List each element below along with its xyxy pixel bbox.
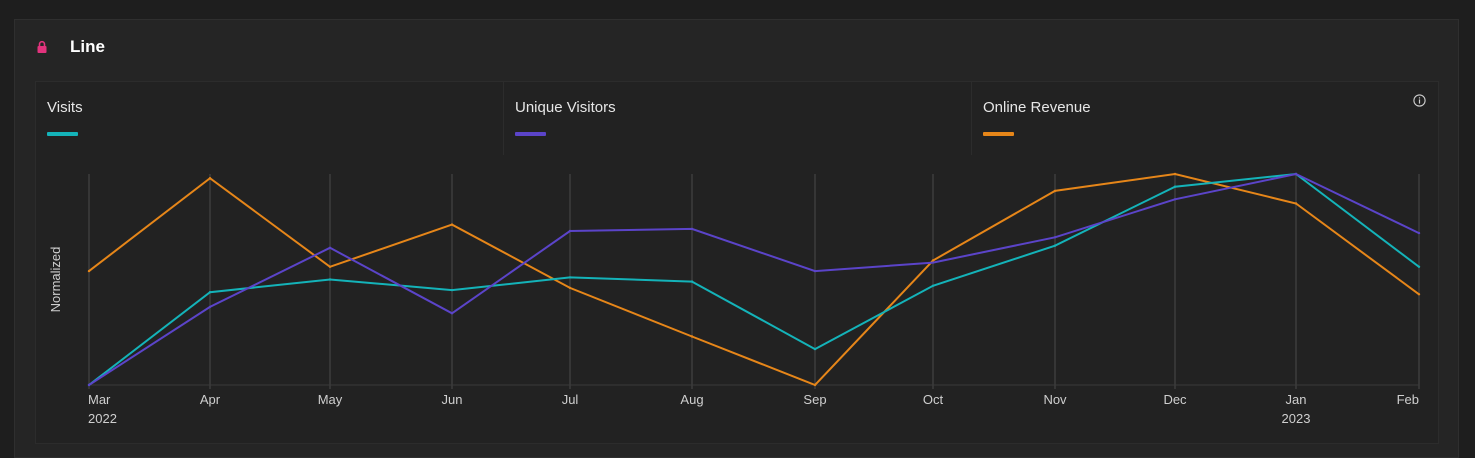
legend-label: Unique Visitors	[515, 99, 616, 116]
legend-swatch	[983, 132, 1014, 136]
chart-legend: Visits Unique Visitors Online Revenue	[36, 82, 1438, 155]
legend-swatch	[515, 132, 546, 136]
legend-item-online-revenue[interactable]: Online Revenue	[972, 82, 1440, 155]
chart-panel: Line Visits Unique Visitors Online Reven…	[14, 19, 1459, 458]
legend-item-visits[interactable]: Visits	[36, 82, 504, 155]
legend-swatch	[47, 132, 78, 136]
lock-icon[interactable]	[35, 40, 49, 54]
panel-title: Line	[70, 37, 105, 56]
legend-item-unique-visitors[interactable]: Unique Visitors	[504, 82, 972, 155]
chart-container: Visits Unique Visitors Online Revenue	[35, 81, 1439, 444]
legend-label: Visits	[47, 99, 83, 116]
panel-header: Line	[15, 20, 1458, 78]
info-icon[interactable]	[1413, 94, 1426, 107]
legend-label: Online Revenue	[983, 99, 1091, 116]
